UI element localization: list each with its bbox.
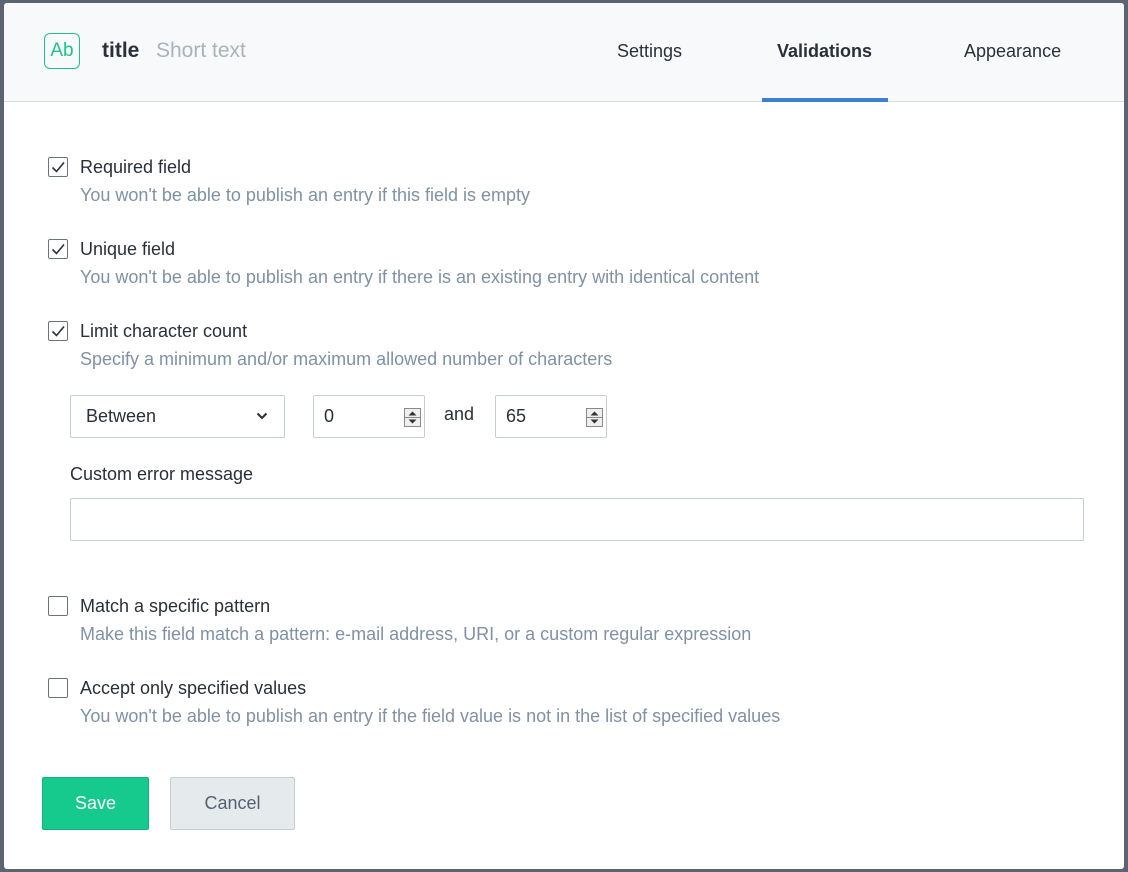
required-field-checkbox[interactable] [48,157,68,177]
field-settings-dialog: Ab title Short text Settings Validations… [4,3,1124,869]
tab-settings[interactable]: Settings [617,41,682,62]
min-chars-spinner[interactable] [404,408,421,427]
min-chars-value: 0 [324,406,335,426]
unique-field-label: Unique field [80,239,176,259]
custom-error-input[interactable] [70,498,1084,541]
spinner-divider [405,417,420,418]
tab-validations[interactable]: Validations [777,41,872,62]
dialog-header: Ab title Short text Settings Validations… [4,3,1124,102]
checkmark-icon [51,243,65,255]
limit-mode-select[interactable]: Between [70,395,285,438]
limit-mode-value: Between [86,406,157,426]
custom-error-label: Custom error message [70,464,254,484]
save-button[interactable]: Save [42,777,149,830]
field-type: Short text [156,39,246,62]
match-pattern-help: Make this field match a pattern: e-mail … [80,624,752,644]
limit-character-count-checkbox[interactable] [48,321,68,341]
required-field-help: You won't be able to publish an entry if… [80,185,531,205]
tab-appearance[interactable]: Appearance [964,41,1061,62]
chevron-down-icon [256,412,268,420]
unique-field-checkbox[interactable] [48,239,68,259]
checkmark-icon [51,161,65,173]
max-chars-value: 65 [506,406,527,426]
limit-character-count-help: Specify a minimum and/or maximum allowed… [80,349,613,369]
cancel-button[interactable]: Cancel [170,777,295,830]
unique-field-help: You won't be able to publish an entry if… [80,267,760,287]
match-pattern-checkbox[interactable] [48,596,68,616]
checkmark-icon [51,325,65,337]
specified-values-help: You won't be able to publish an entry if… [80,706,781,726]
and-label: and [444,404,475,424]
specified-values-checkbox[interactable] [48,678,68,698]
short-text-field-icon: Ab [44,33,80,69]
required-field-label: Required field [80,157,192,177]
max-chars-spinner[interactable] [586,408,603,427]
specified-values-label: Accept only specified values [80,678,307,698]
max-chars-input[interactable]: 65 [495,395,607,438]
spinner-divider [587,417,602,418]
min-chars-input[interactable]: 0 [313,395,425,438]
active-tab-indicator [762,98,888,102]
limit-character-count-label: Limit character count [80,321,248,341]
field-name: title [102,39,140,62]
match-pattern-label: Match a specific pattern [80,596,271,616]
